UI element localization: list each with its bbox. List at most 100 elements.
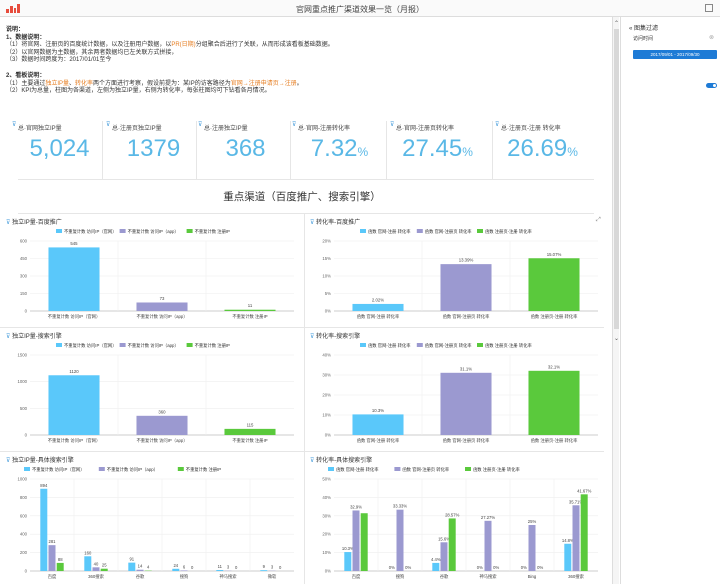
kpi-label: 总·注册页独立IP量 xyxy=(112,126,162,132)
data-label: 545 xyxy=(70,241,78,246)
y-tick-label: 0 xyxy=(25,309,28,314)
data-label: 24 xyxy=(173,563,178,568)
chart-bar xyxy=(136,415,188,435)
y-tick-label: 600 xyxy=(20,513,28,518)
data-label: 894 xyxy=(40,483,48,488)
notes-panel: 说明： 1、数据说明： （1）将官网、注册页的百度统计数据，以及注册用户数据，以… xyxy=(6,27,596,96)
data-label: 0 xyxy=(279,565,282,570)
bar-chart[interactable]: 函数 官网-注册 转化率 函数 官网-注册页 转化率 函数 注册页-注册 转化率0%… xyxy=(308,465,602,583)
y-tick-label: 40% xyxy=(322,495,331,500)
collapse-icon[interactable]: « xyxy=(629,26,632,32)
data-label: 4 xyxy=(147,565,150,570)
legend-label: 不重复计数 注册IP xyxy=(186,466,221,473)
legend-label: 函数 官网-注册页 转化率 xyxy=(425,342,472,349)
chart-bar xyxy=(564,543,572,571)
chart-bar xyxy=(580,494,588,571)
x-tick-label: 不重复计数 访问IP（官网） xyxy=(48,437,101,444)
chart-bar xyxy=(92,567,100,571)
chart-bar xyxy=(84,556,92,571)
filter-icon: ⊽ xyxy=(106,122,111,128)
data-label: 25 xyxy=(102,563,107,568)
chevron-down-icon[interactable]: ⌄ xyxy=(614,335,619,342)
data-label: 11 xyxy=(248,303,253,308)
chart-title: ⊽ 独立IP量-搜索引擎 xyxy=(6,334,62,340)
kpi-label: 总·官网独立IP量 xyxy=(18,126,62,132)
kpi-card[interactable]: ⊽ 总·官网独立IP量 5,024 xyxy=(12,121,107,183)
kpi-card[interactable]: ⊽ 总·注册独立IP量 368 xyxy=(198,121,293,183)
x-tick-label: 360搜索 xyxy=(568,573,584,580)
chart-bar xyxy=(448,518,456,571)
x-tick-label: 微软 xyxy=(268,573,277,580)
chart-bar xyxy=(432,562,440,571)
legend-swatch xyxy=(328,467,334,471)
x-tick-label: 百度 xyxy=(352,573,361,580)
bar-chart[interactable]: 函数 官网-注册 转化率 函数 官网-注册页 转化率 函数 注册页-注册 转化率0%… xyxy=(308,341,602,449)
data-label: 27.27% xyxy=(481,515,495,520)
fullscreen-icon[interactable] xyxy=(705,4,713,12)
y-tick-label: 5% xyxy=(325,291,331,296)
y-tick-label: 1000 xyxy=(17,379,27,384)
legend-swatch xyxy=(98,467,105,471)
data-label: 2.02% xyxy=(372,297,384,302)
legend-swatch xyxy=(416,343,423,347)
y-tick-label: 0% xyxy=(325,569,331,574)
chart-bar xyxy=(100,568,108,571)
chart-bar xyxy=(260,570,268,571)
bar-chart[interactable]: 不重复计数 访问IP（官网） 不重复计数 访问IP（app） 不重复计数 注册IP 0… xyxy=(4,465,298,583)
x-tick-label: 函数 注册页-注册 转化率 xyxy=(531,437,578,444)
data-label: 0% xyxy=(389,565,395,570)
bar-chart[interactable]: 不重复计数 访问IP（官网） 不重复计数 访问IP（app） 不重复计数 注册IP 0… xyxy=(4,227,298,325)
data-label: 40 xyxy=(94,561,99,566)
kpi-card[interactable]: ⊽ 总·官网-注册转化率 7.32% xyxy=(292,121,387,183)
x-tick-label: 不重复计数 访问IP（app） xyxy=(136,437,187,444)
chart-bar xyxy=(136,302,188,311)
filter-icon: ⊽ xyxy=(6,334,11,340)
chart-bar xyxy=(440,264,492,311)
notes-line: （3）数据时间跨度为：2017/01/01至今 xyxy=(6,57,112,64)
data-label: 13.39% xyxy=(459,258,474,263)
chart-title: ⊽ 独立IP量-百度推广 xyxy=(6,220,62,226)
data-label: 4.4% xyxy=(431,557,441,562)
legend-label: 不重复计数 注册IP xyxy=(195,342,230,349)
legend-label: 函数 官网-注册页 转化率 xyxy=(425,228,472,235)
sidebar-title: « 图集过滤 xyxy=(629,26,659,32)
kpi-value: 26.69% xyxy=(507,135,578,162)
data-label: 3 xyxy=(271,565,274,570)
scrollbar[interactable]: ⌃ ⌄ xyxy=(612,17,619,584)
chart-title: ⊽ 独立IP量-具体搜索引擎 xyxy=(6,458,74,464)
scrollbar-thumb[interactable] xyxy=(614,29,619,329)
data-label: 41.67% xyxy=(577,488,591,493)
x-tick-label: 不重复计数 注册IP xyxy=(232,437,267,444)
legend-label: 不重复计数 访问IP（app） xyxy=(128,228,179,235)
data-label: 14 xyxy=(138,564,143,569)
bar-chart[interactable]: 函数 官网-注册 转化率 函数 官网-注册页 转化率 函数 注册页-注册 转化率0%… xyxy=(308,227,602,325)
legend-label: 函数 注册页-注册 转化率 xyxy=(473,466,520,473)
section-title: 重点渠道（百度推广、搜索引擎） xyxy=(223,191,381,203)
bar-chart[interactable]: 不重复计数 访问IP（官网） 不重复计数 访问IP（app） 不重复计数 注册IP 0… xyxy=(4,341,298,449)
chart-bar xyxy=(48,375,100,435)
date-label: 访问时间 xyxy=(633,36,654,42)
expand-icon[interactable]: ⤢ xyxy=(596,217,601,224)
date-range-picker[interactable]: 2017/09/01 - 2017/09/30 xyxy=(633,50,717,59)
chart-bar xyxy=(344,552,352,571)
data-label: 15.6% xyxy=(438,536,450,541)
kpi-card[interactable]: ⊽ 总·注册页-注册 转化率 26.69% xyxy=(495,121,590,183)
data-label: 91 xyxy=(129,557,134,562)
kpi-card[interactable]: ⊽ 总·官网-注册页转化率 27.45% xyxy=(390,121,485,183)
legend-swatch xyxy=(394,467,401,471)
data-label: 73 xyxy=(160,296,165,301)
data-label: 160 xyxy=(84,550,92,555)
kpi-value: 27.45% xyxy=(402,135,473,162)
chevron-up-icon[interactable]: ⌃ xyxy=(614,20,619,27)
kpi-card[interactable]: ⊽ 总·注册页独立IP量 1379 xyxy=(106,121,201,183)
data-label: 0% xyxy=(537,565,543,570)
filter-icon: ⊽ xyxy=(6,458,11,464)
filter-icon: ⊽ xyxy=(198,122,203,128)
legend-swatch xyxy=(360,343,366,347)
kpi-label: 总·注册独立IP量 xyxy=(204,126,248,132)
filter-toggle[interactable] xyxy=(706,83,717,88)
legend-label: 不重复计数 访问IP（官网） xyxy=(32,466,85,473)
x-tick-label: 搜狗 xyxy=(396,573,405,580)
clear-filter-icon[interactable]: ⊗ xyxy=(709,34,714,41)
data-label: 0% xyxy=(493,565,499,570)
